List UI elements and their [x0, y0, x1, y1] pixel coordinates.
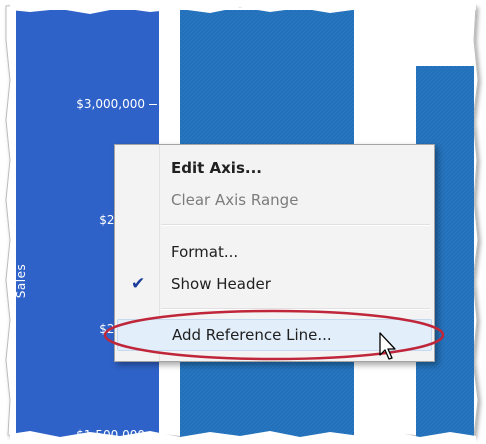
mouse-pointer-icon: [379, 332, 396, 360]
menu-item-show-header[interactable]: ✔ Show Header: [117, 269, 432, 299]
checkmark-icon: ✔: [131, 274, 146, 294]
menu-item-label: Format...: [171, 243, 239, 261]
menu-item-label: Clear Axis Range: [171, 191, 299, 209]
menu-item-clear-axis-range[interactable]: Clear Axis Range: [117, 185, 432, 215]
menu-item-edit-axis[interactable]: Edit Axis...: [117, 153, 432, 183]
tick-mark: [149, 104, 157, 105]
tick-label-3000000: $3,000,000: [76, 97, 145, 111]
menu-item-label: Edit Axis...: [171, 159, 262, 177]
tick-label-1500000: $1,500,000: [76, 428, 145, 442]
menu-item-label: Show Header: [171, 275, 271, 293]
menu-item-format[interactable]: Format...: [117, 237, 432, 267]
screenshot: $3,000,000 $2,500, $2,000, $1,500,000 Sa…: [0, 0, 486, 444]
menu-separator: [161, 224, 430, 226]
axis-title: Sales: [14, 263, 29, 299]
